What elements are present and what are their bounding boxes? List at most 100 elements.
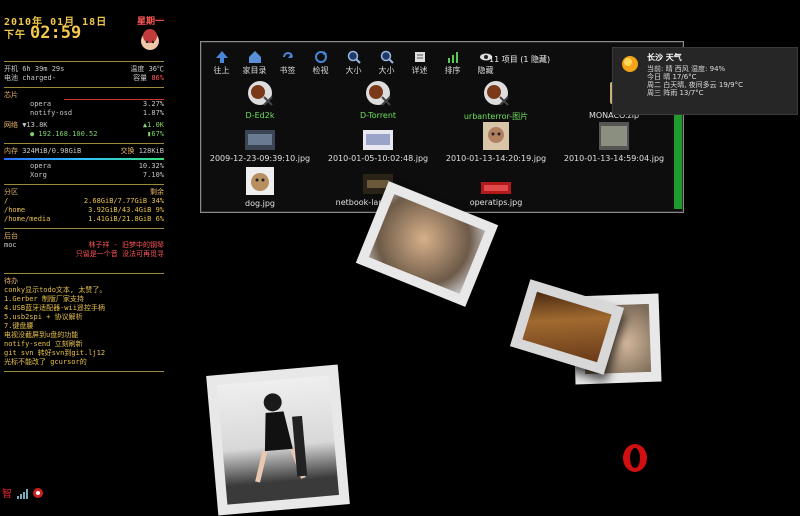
file-item[interactable]: D-Torrent <box>319 79 437 120</box>
cpu-proc-2-value: 1.87% <box>142 109 164 117</box>
sort-icon <box>447 52 458 63</box>
conky-panel: 2010年 01月 18日 下午 02:59 星期一 开机 6h 39m 29s… <box>4 18 164 375</box>
clock-weekday: 星期一 <box>136 17 164 27</box>
bookmark-button[interactable]: 书签 <box>271 50 304 76</box>
weather-line: 当前: 晴 西风 湿度: 94% <box>647 65 726 73</box>
reload-icon <box>314 51 327 63</box>
desktop-photo-game[interactable] <box>509 279 625 375</box>
file-item[interactable]: 2009-12-23-09:39:10.jpg <box>201 130 319 163</box>
cpu-proc-1-name: opera <box>30 100 52 108</box>
partition-2-value: 3.92GiB/43.4GiB 9% <box>88 206 164 214</box>
partition-1-mount: / <box>4 197 9 205</box>
opera-icon[interactable] <box>620 443 650 473</box>
cpu-label: 芯片 <box>4 91 18 99</box>
capacity-label: 容量 <box>133 74 148 82</box>
cpu-proc-1-value: 3.27% <box>142 100 164 108</box>
app-icon <box>484 81 509 106</box>
image-thumbnail-icon <box>483 122 509 150</box>
file-item[interactable]: operatips.jpg <box>437 182 555 207</box>
todo-list: conky显示todo文本, 太赞了。 1.Gerber 制版厂家支持 4.US… <box>4 286 164 367</box>
swap-label: 交换 <box>120 147 135 155</box>
avatar-icon <box>141 29 160 50</box>
partition-3-value: 1.41GiB/21.8GiB 6% <box>88 215 164 223</box>
wifi-strength: ▮67% <box>147 130 164 138</box>
file-item[interactable]: dog.jpg <box>201 167 319 208</box>
file-item[interactable]: 2010-01-13-14:20:19.jpg <box>437 122 555 163</box>
mem-proc-2-name: Xorg <box>30 171 47 179</box>
signal-icon[interactable] <box>17 489 29 499</box>
app-icon <box>366 81 391 106</box>
battery-value: charged- <box>22 74 56 82</box>
status-text: 11 项目 (1 隐藏) <box>489 55 551 64</box>
tray-app-icon[interactable] <box>32 487 44 499</box>
weather-line: 周二 白天晴, 夜间多云 19/9°C <box>647 81 744 89</box>
partition-2-mount: /home <box>4 206 26 214</box>
song-lyric: 只留是一个音 没法可再觅寻 <box>75 250 164 258</box>
battery-label: 电池 <box>4 74 18 82</box>
photo-figure-icon <box>255 393 308 483</box>
uptime-value: 6h 39m 29s <box>22 65 65 73</box>
zoom-in-button[interactable]: 大小 <box>337 50 370 76</box>
image-thumbnail-icon <box>246 167 274 195</box>
desktop-photo-girl[interactable] <box>206 364 350 516</box>
net-label: 网络 <box>4 121 18 129</box>
mem-proc-2-value: 7.10% <box>142 171 164 179</box>
cpu-graph <box>64 91 164 100</box>
file-item[interactable]: 2010-01-13-14:59:04.jpg <box>555 122 673 163</box>
mem-proc-1-name: opera <box>30 162 52 170</box>
weather-line: 今日 晴 17/6°C <box>647 73 697 81</box>
todo-item: 7.键盘腰 <box>4 322 34 330</box>
todo-item: 电视没截屏到u盘的功能 <box>4 331 79 339</box>
cpu-proc-2-name: notify-osd <box>30 109 73 117</box>
view-button[interactable]: 检视 <box>304 50 337 76</box>
moc-label: moc <box>4 241 17 249</box>
scrollbar[interactable] <box>674 114 682 209</box>
zoom-out-button[interactable]: 大小 <box>370 50 403 76</box>
weather-line: 周三 阵雨 13/7°C <box>647 89 704 97</box>
partition-label: 分区 <box>4 188 18 196</box>
input-method-icon[interactable]: 智 <box>2 487 16 499</box>
todo-item: 5.usb2spi + 协议解析 <box>4 313 83 321</box>
song-title: 林子祥 - 旧梦中的钢琴 <box>88 241 164 249</box>
sun-icon <box>622 56 638 72</box>
clock-time: 02:59 <box>30 23 82 43</box>
bookmark-icon <box>282 52 293 58</box>
mem-value: 324MiB/0.98GiB <box>22 147 82 155</box>
temp-value: 36℃ <box>148 65 164 73</box>
todo-item: 4.USB蓝牙适配器-wii遥控手柄 <box>4 304 105 312</box>
partition-1-value: 2.68GiB/7.77GiB 34% <box>83 197 164 205</box>
system-tray: 智 <box>0 486 80 500</box>
app-icon <box>248 81 273 106</box>
background-label: 后台 <box>4 232 18 240</box>
file-item[interactable]: 2010-01-05-10:02:48.jpg <box>319 130 437 163</box>
todo-item: notify-send 立刻刷新 <box>4 340 83 348</box>
home-button[interactable]: 家目录 <box>238 50 271 76</box>
todo-item: 光标不能改了 gcursor的 <box>4 358 87 366</box>
weather-popup: 长沙 天气 当前: 晴 西风 湿度: 94% 今日 晴 17/6°C 周二 白天… <box>612 47 798 115</box>
up-button[interactable]: 往上 <box>205 50 238 76</box>
home-icon <box>248 51 261 63</box>
net-up: ▲1.0K <box>142 121 164 129</box>
todo-item: conky显示todo文本, 太赞了。 <box>4 286 107 294</box>
uptime-label: 开机 <box>4 65 18 73</box>
mem-proc-1-value: 10.32% <box>138 162 164 170</box>
up-arrow-icon <box>215 51 228 63</box>
details-button[interactable]: 详述 <box>403 50 436 76</box>
sort-button[interactable]: 排序 <box>436 50 469 76</box>
toolbar: 往上 家目录 书签 检视 大小 大小 详述 排序 隐藏 <box>201 42 683 76</box>
todo-item: 1.Gerber 制版厂家支持 <box>4 295 84 303</box>
image-thumbnail-icon <box>363 130 393 150</box>
swap-value: 128KiB <box>138 147 164 155</box>
file-item[interactable]: urbanterror-图片 <box>437 79 555 122</box>
ip-address: ● 192.168.100.52 <box>30 130 98 138</box>
free-label: 剩余 <box>150 188 164 196</box>
svg-text:智: 智 <box>2 487 12 499</box>
zoom-in-icon <box>347 50 361 64</box>
image-thumbnail-icon <box>599 122 629 150</box>
image-thumbnail-icon <box>245 130 275 150</box>
todo-item: git svn 转好svn到git.lj12 <box>4 349 106 357</box>
mem-bar <box>4 158 164 160</box>
partition-3-mount: /home/media <box>4 215 51 223</box>
capacity-value: 86% <box>151 74 164 82</box>
file-item[interactable]: D-Ed2k <box>201 79 319 120</box>
